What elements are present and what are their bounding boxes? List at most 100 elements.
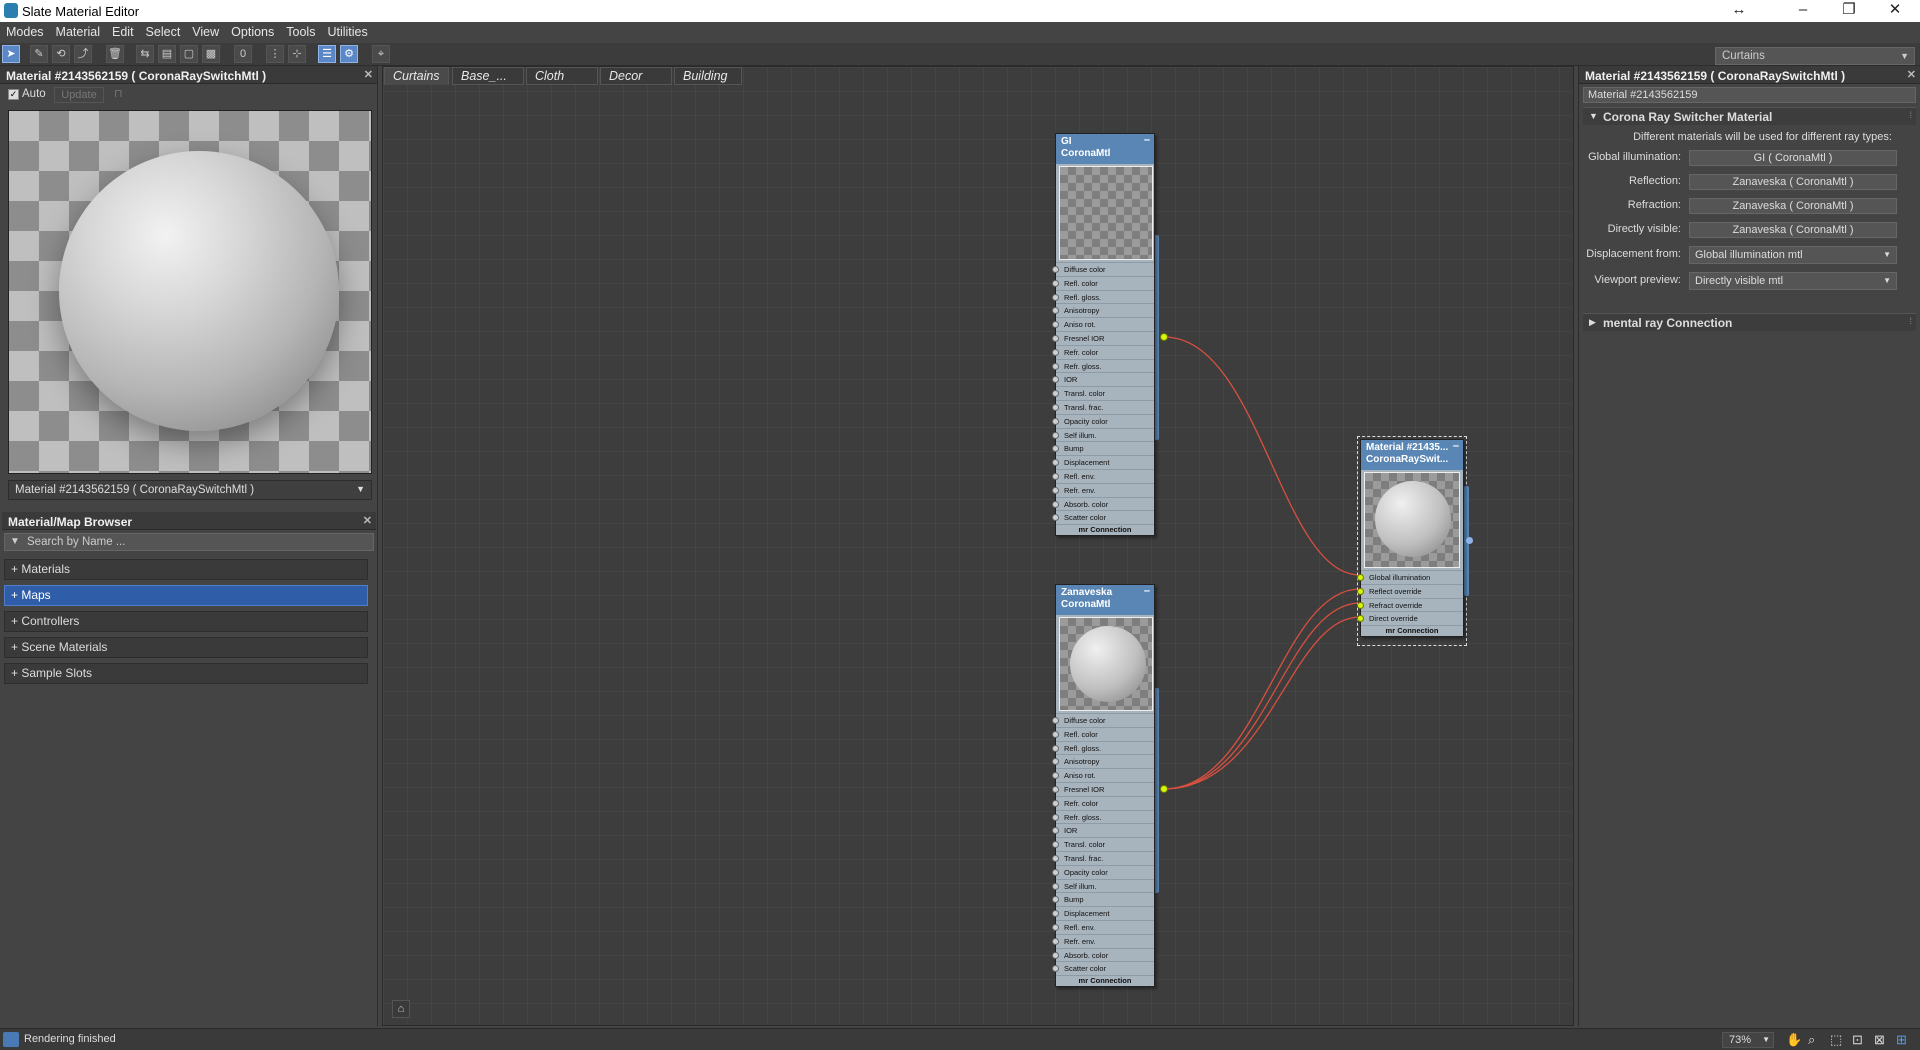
- pan-hand-icon[interactable]: ✋: [1786, 1032, 1802, 1048]
- close-icon[interactable]: ✕: [1907, 68, 1916, 81]
- put-to-scene-icon[interactable]: ⟲: [52, 45, 70, 63]
- material-slot-button[interactable]: GI ( CoronaMtl ): [1689, 150, 1897, 166]
- mr-connection-slot[interactable]: mr Connection: [1056, 524, 1154, 535]
- background-icon[interactable]: ▩: [202, 45, 220, 63]
- node-slot[interactable]: Opacity color: [1052, 413, 1154, 428]
- node-slot[interactable]: Scatter color: [1052, 510, 1154, 524]
- layout-all-icon[interactable]: ⋮: [266, 45, 284, 63]
- node-slot[interactable]: Self illum.: [1052, 878, 1154, 893]
- assign-to-selection-icon[interactable]: ⤴: [74, 45, 92, 63]
- input-socket[interactable]: [1052, 813, 1059, 821]
- node-slot[interactable]: Direct override: [1357, 611, 1463, 625]
- rollout-header[interactable]: ▼ Corona Ray Switcher Material ⁞: [1583, 107, 1916, 125]
- input-socket[interactable]: [1052, 923, 1059, 931]
- lock-icon[interactable]: ⊓: [114, 87, 123, 100]
- pan-to-selected-icon[interactable]: ⊞: [1896, 1032, 1907, 1048]
- node-slot[interactable]: Absorb. color: [1052, 947, 1154, 962]
- browser-row-scene-materials[interactable]: + Scene Materials: [4, 637, 368, 658]
- menu-tools[interactable]: Tools: [280, 22, 321, 42]
- mr-connection-slot[interactable]: mr Connection: [1056, 975, 1154, 986]
- close-icon[interactable]: ✕: [1872, 0, 1918, 22]
- input-socket[interactable]: [1052, 717, 1059, 724]
- zoom-selected-icon[interactable]: ⊠: [1874, 1032, 1885, 1048]
- node-slot[interactable]: Refr. gloss.: [1052, 358, 1154, 373]
- input-socket[interactable]: [1052, 376, 1059, 384]
- material-id-icon[interactable]: 0: [234, 45, 252, 63]
- update-button[interactable]: Update: [54, 87, 104, 103]
- node-slot[interactable]: Transl. frac.: [1052, 399, 1154, 414]
- input-socket[interactable]: [1357, 615, 1364, 623]
- input-socket[interactable]: [1052, 431, 1059, 439]
- node-header[interactable]: Material #21435... CoronaRaySwit... –: [1361, 440, 1463, 470]
- auto-checkbox[interactable]: ✓: [8, 89, 19, 100]
- node-slot[interactable]: Refl. env.: [1052, 919, 1154, 934]
- input-socket[interactable]: [1052, 951, 1059, 959]
- input-socket[interactable]: [1052, 445, 1059, 453]
- menu-modes[interactable]: Modes: [0, 22, 50, 42]
- hide-unused-slots-icon[interactable]: ▤: [158, 45, 176, 63]
- node-slot[interactable]: Refl. gloss.: [1052, 740, 1154, 755]
- pick-material-icon[interactable]: ✎: [30, 45, 48, 63]
- input-socket[interactable]: [1052, 868, 1059, 876]
- layout-children-icon[interactable]: ⊹: [288, 45, 306, 63]
- input-socket[interactable]: [1052, 266, 1059, 273]
- view-dropdown[interactable]: Curtains ▼: [1715, 47, 1915, 65]
- input-socket[interactable]: [1052, 514, 1059, 522]
- input-socket[interactable]: [1357, 574, 1364, 581]
- input-socket[interactable]: [1052, 758, 1059, 766]
- menu-utilities[interactable]: Utilities: [321, 22, 373, 42]
- node-slot[interactable]: Fresnel IOR: [1052, 330, 1154, 345]
- node-slot[interactable]: Transl. frac.: [1052, 850, 1154, 865]
- node-slot[interactable]: Bump: [1052, 892, 1154, 906]
- output-socket[interactable]: [1160, 785, 1168, 793]
- tab-base[interactable]: Base_...: [452, 67, 524, 85]
- node-slot[interactable]: Displacement: [1052, 455, 1154, 469]
- input-socket[interactable]: [1052, 799, 1059, 807]
- input-socket[interactable]: [1052, 500, 1059, 508]
- mr-connection-slot[interactable]: mr Connection: [1361, 625, 1463, 636]
- node-slot[interactable]: Aniso rot.: [1052, 768, 1154, 782]
- browser-row-maps[interactable]: + Maps: [4, 585, 368, 606]
- delete-icon[interactable]: 🗑: [106, 45, 124, 63]
- node-slot[interactable]: Diffuse color: [1052, 262, 1154, 276]
- node-slot[interactable]: Refr. gloss.: [1052, 809, 1154, 824]
- input-socket[interactable]: [1357, 601, 1364, 609]
- browser-row-materials[interactable]: + Materials: [4, 559, 368, 580]
- node-slot[interactable]: Diffuse color: [1052, 713, 1154, 727]
- show-map-icon[interactable]: ▢: [180, 45, 198, 63]
- input-socket[interactable]: [1357, 587, 1364, 595]
- material-name-field[interactable]: Material #2143562159: [1583, 87, 1916, 103]
- node-slot[interactable]: Anisotropy: [1052, 754, 1154, 768]
- input-socket[interactable]: [1052, 390, 1059, 398]
- minimize-icon[interactable]: –: [1144, 585, 1150, 597]
- input-socket[interactable]: [1052, 459, 1059, 467]
- input-socket[interactable]: [1052, 362, 1059, 370]
- input-socket[interactable]: [1052, 472, 1059, 480]
- node-slot[interactable]: Aniso rot.: [1052, 317, 1154, 331]
- zoom-region-icon[interactable]: ⬚: [1830, 1032, 1842, 1048]
- node-slot[interactable]: Refl. color: [1052, 726, 1154, 741]
- browser-row-controllers[interactable]: + Controllers: [4, 611, 368, 632]
- input-socket[interactable]: [1052, 334, 1059, 342]
- material-slot-button[interactable]: Zanaveska ( CoronaMtl ): [1689, 222, 1897, 238]
- node-raywitch[interactable]: Material #21435... CoronaRaySwit... – Gl…: [1357, 439, 1464, 638]
- browser-search-field[interactable]: ▼ Search by Name ...: [4, 533, 374, 551]
- input-socket[interactable]: [1052, 486, 1059, 494]
- menu-select[interactable]: Select: [140, 22, 187, 42]
- zoom-extents-icon[interactable]: ⊡: [1852, 1032, 1863, 1048]
- node-slot[interactable]: Refr. env.: [1052, 482, 1154, 497]
- input-socket[interactable]: [1052, 417, 1059, 425]
- node-header[interactable]: GI CoronaMtl –: [1056, 134, 1154, 164]
- tab-cloth[interactable]: Cloth: [526, 67, 598, 85]
- node-slot[interactable]: Anisotropy: [1052, 303, 1154, 317]
- close-icon[interactable]: ✕: [364, 68, 373, 81]
- browser-row-sample-slots[interactable]: + Sample Slots: [4, 663, 368, 684]
- node-slot[interactable]: IOR: [1052, 372, 1154, 386]
- move-children-icon[interactable]: ⇆: [136, 45, 154, 63]
- input-socket[interactable]: [1052, 854, 1059, 862]
- input-socket[interactable]: [1052, 910, 1059, 918]
- input-socket[interactable]: [1052, 279, 1059, 287]
- material-slot-button[interactable]: Zanaveska ( CoronaMtl ): [1689, 198, 1897, 214]
- node-slot[interactable]: Transl. color: [1052, 386, 1154, 400]
- search-options-triangle-icon[interactable]: ▼: [10, 536, 20, 547]
